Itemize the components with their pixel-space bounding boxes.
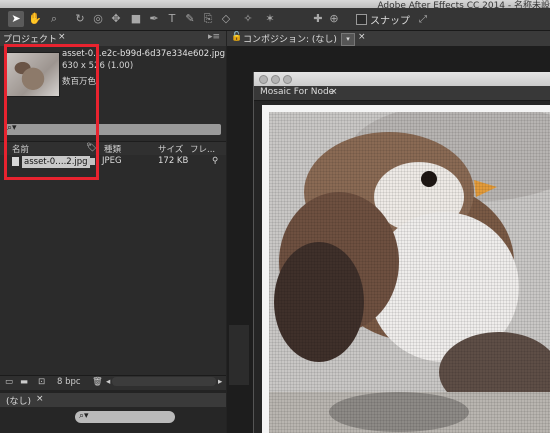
- scroll-left-icon[interactable]: ◂: [106, 377, 110, 387]
- viewer-tab-label: Mosaic For Node: [260, 87, 335, 97]
- new-folder-icon[interactable]: ▬: [20, 377, 28, 387]
- composition-panel-tab[interactable]: 🔓 コンポジション: (なし) ▾ ×: [227, 31, 550, 47]
- mask-rect-tool-icon[interactable]: ■: [128, 11, 144, 27]
- eraser-tool-icon[interactable]: ◇: [218, 11, 234, 27]
- mosaic-image: [269, 112, 550, 433]
- snap-checkbox[interactable]: [356, 14, 367, 25]
- timeline-tab-label: (なし): [6, 397, 32, 407]
- close-icon[interactable]: ×: [58, 32, 66, 42]
- viewer-side-controls: [229, 325, 249, 385]
- axis-local-icon[interactable]: ✚: [310, 11, 326, 27]
- snap-icon: ⤢: [419, 14, 427, 25]
- horizontal-scrollbar[interactable]: [112, 377, 216, 386]
- camera-tool-icon[interactable]: ◎: [90, 11, 106, 27]
- bit-depth-label[interactable]: 8 bpc: [57, 377, 81, 387]
- composition-tab-label: コンポジション: (なし): [243, 35, 337, 45]
- app-title-bar: Adobe After Effects CC 2014 - 名称未設: [0, 0, 550, 11]
- column-size[interactable]: サイズ: [158, 143, 183, 155]
- brush-tool-icon[interactable]: ✎: [182, 11, 198, 27]
- trash-icon[interactable]: 🗑: [92, 377, 103, 387]
- rotate-tool-icon[interactable]: ↻: [72, 11, 88, 27]
- puppet-tool-icon[interactable]: ✶: [262, 11, 278, 27]
- timeline-search-input[interactable]: ⌕▾: [75, 411, 175, 423]
- arrow-tool-icon[interactable]: ➤: [8, 11, 24, 27]
- text-tool-icon[interactable]: T: [164, 11, 180, 27]
- panel-menu-icon[interactable]: ▸≡: [208, 32, 220, 42]
- column-type[interactable]: 種類: [104, 143, 121, 155]
- close-icon[interactable]: ×: [330, 87, 338, 97]
- close-icon[interactable]: ×: [36, 394, 44, 404]
- window-zoom-button[interactable]: [283, 75, 292, 84]
- close-icon[interactable]: ×: [358, 32, 366, 42]
- timeline-panel-tab[interactable]: (なし) ×: [0, 393, 226, 408]
- snap-toggle[interactable]: スナップ ⤢: [356, 12, 427, 27]
- snap-label: スナップ: [370, 16, 410, 27]
- mosaic-texture: [269, 112, 550, 433]
- row-size: 172 KB: [158, 156, 189, 166]
- row-type: JPEG: [102, 156, 122, 166]
- pen-tool-icon[interactable]: ✒: [146, 11, 162, 27]
- axis-world-icon[interactable]: ⊕: [326, 11, 342, 27]
- flowchart-icon[interactable]: ⚲: [212, 156, 218, 166]
- lock-icon[interactable]: 🔓: [231, 32, 242, 42]
- hand-tool-icon[interactable]: ✋: [27, 11, 43, 27]
- tools-toolbar: ➤ ✋ ⌕ ↻ ◎ ✥ ■ ✒ T ✎ ⎘ ◇ ✧ ✶ ✚ ⊕ スナップ ⤢: [0, 8, 550, 31]
- interpret-footage-icon[interactable]: ▭: [5, 377, 13, 387]
- roto-tool-icon[interactable]: ✧: [240, 11, 256, 27]
- search-icon: ⌕▾: [79, 411, 89, 421]
- new-composition-icon[interactable]: ⊡: [38, 377, 45, 387]
- scroll-right-icon[interactable]: ▸: [218, 377, 222, 387]
- pan-tool-icon[interactable]: ✥: [108, 11, 124, 27]
- viewer-tab[interactable]: Mosaic For Node ×: [254, 86, 550, 101]
- highlight-annotation: [4, 44, 99, 180]
- column-frame[interactable]: フレ...: [190, 143, 215, 155]
- floating-window-titlebar[interactable]: [254, 72, 550, 86]
- window-minimize-button[interactable]: [271, 75, 280, 84]
- composition-dropdown[interactable]: ▾: [341, 33, 355, 46]
- zoom-tool-icon[interactable]: ⌕: [46, 11, 62, 27]
- clone-tool-icon[interactable]: ⎘: [200, 11, 216, 27]
- window-close-button[interactable]: [259, 75, 268, 84]
